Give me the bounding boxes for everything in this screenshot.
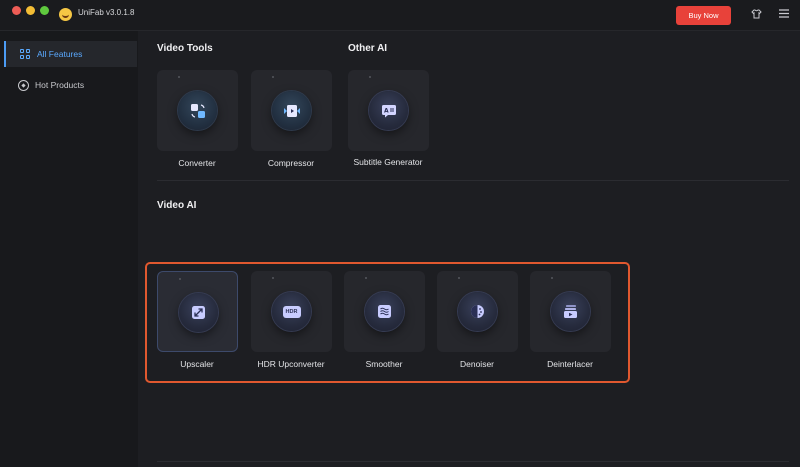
compass-icon	[18, 79, 29, 91]
maximize-window-button[interactable]	[40, 6, 49, 15]
subtitle-icon: A	[369, 91, 408, 130]
tool-tile-subtitle-generator[interactable]: A	[348, 70, 429, 151]
sidebar-item-label: Hot Products	[35, 80, 85, 90]
tool-tile-converter[interactable]	[157, 70, 238, 151]
app-title: UniFab v3.0.1.8	[78, 8, 135, 17]
hdr-glyph: HDR	[282, 305, 301, 318]
title-bar: UniFab v3.0.1.8 Buy Now	[0, 0, 800, 31]
tool-tile-denoiser[interactable]	[437, 271, 518, 352]
compress-icon	[272, 91, 311, 130]
grid-icon	[20, 48, 31, 60]
section-title-video-ai: Video AI	[157, 200, 197, 211]
sidebar: All Features Hot Products	[0, 31, 138, 467]
close-window-button[interactable]	[12, 6, 21, 15]
upscale-icon	[179, 293, 218, 332]
app-logo-icon	[59, 8, 72, 21]
sidebar-item-label: All Features	[37, 49, 83, 59]
denoise-icon	[458, 292, 497, 331]
hdr-icon: HDR	[272, 292, 311, 331]
section-title-other-ai: Other AI	[348, 43, 388, 54]
menu-icon[interactable]	[779, 9, 789, 21]
tool-label-deinterlacer: Deinterlacer	[547, 359, 593, 369]
tool-tile-hdr-upconverter[interactable]: HDR	[251, 271, 332, 352]
tool-tile-compressor[interactable]	[251, 70, 332, 151]
svg-text:A: A	[384, 107, 389, 114]
tool-tile-smoother[interactable]	[344, 271, 425, 352]
buy-now-button[interactable]: Buy Now	[676, 6, 731, 25]
tool-tile-upscaler[interactable]	[157, 271, 238, 352]
tool-tile-deinterlacer[interactable]	[530, 271, 611, 352]
tool-label-subtitle-generator: Subtitle Generator	[353, 157, 423, 167]
section-title-video-tools: Video Tools	[157, 43, 213, 54]
section-divider	[157, 180, 789, 181]
deinterlace-icon	[551, 292, 590, 331]
smoother-icon	[365, 292, 404, 331]
bottom-divider	[157, 461, 789, 462]
shirt-icon[interactable]	[751, 9, 762, 22]
sidebar-item-all-features[interactable]: All Features	[4, 41, 137, 67]
convert-icon	[178, 91, 217, 130]
minimize-window-button[interactable]	[26, 6, 35, 15]
sidebar-item-hot-products[interactable]: Hot Products	[4, 72, 137, 98]
